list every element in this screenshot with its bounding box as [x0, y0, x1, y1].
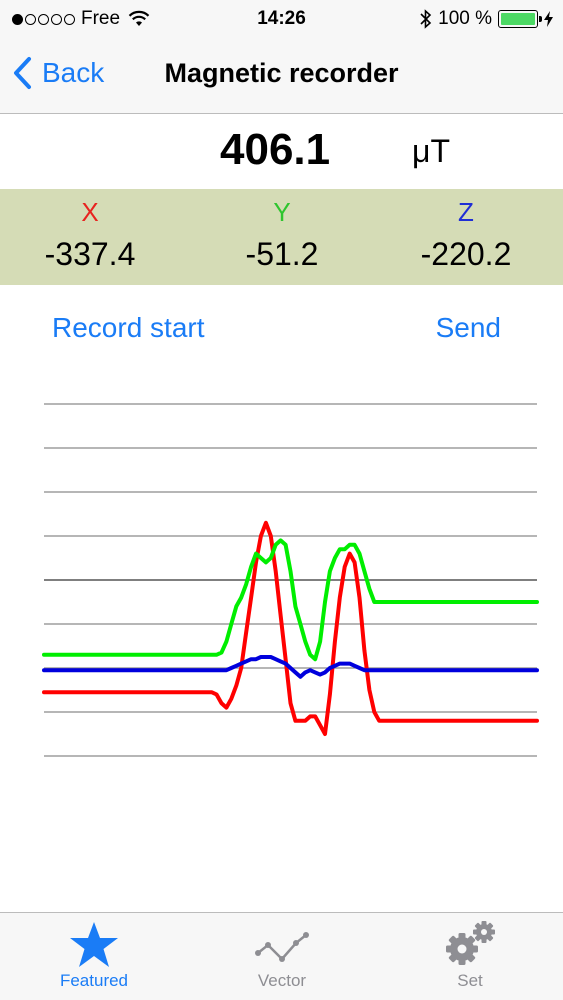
axis-y-label: Y — [273, 197, 291, 227]
xyz-components-panel: X -337.4 Y -51.2 Z -220.2 — [0, 189, 563, 285]
battery-icon — [498, 10, 542, 28]
battery-percent: 100 % — [438, 8, 492, 29]
tab-vector-label: Vector — [257, 971, 307, 990]
total-field-value: 406.1 — [220, 125, 331, 174]
total-field-readout: 406.1 μT — [0, 115, 563, 189]
total-field-unit: μT — [412, 133, 450, 169]
axis-z-label: Z — [458, 197, 474, 227]
send-button[interactable]: Send — [436, 312, 501, 344]
axis-x-label: X — [81, 197, 99, 227]
axis-x: X -337.4 — [0, 189, 180, 273]
gear-icon — [446, 921, 495, 965]
record-start-button[interactable]: Record start — [52, 312, 205, 344]
magnetic-chart — [0, 360, 563, 800]
tab-set-label: Set — [457, 971, 483, 990]
series-y-line — [42, 538, 539, 662]
page-title: Magnetic recorder — [164, 58, 399, 88]
tab-bar: Featured Vector Set — [0, 912, 563, 1000]
bluetooth-icon — [420, 9, 432, 29]
navigation-bar: Back Magnetic recorder — [0, 38, 563, 114]
axis-z: Z -220.2 — [376, 189, 556, 273]
axis-x-value: -337.4 — [44, 236, 136, 272]
tab-featured[interactable]: Featured — [0, 913, 188, 1000]
vector-icon — [255, 932, 309, 962]
status-bar: Free 14:26 100 % — [0, 0, 563, 38]
status-bar-right: 100 % — [420, 8, 553, 30]
axis-y-value: -51.2 — [245, 236, 319, 272]
tab-set[interactable]: Set — [376, 913, 563, 1000]
charging-icon — [544, 11, 553, 27]
tab-featured-label: Featured — [59, 971, 129, 990]
series-z-line — [42, 655, 539, 679]
axis-y: Y -51.2 — [192, 189, 372, 273]
axis-z-value: -220.2 — [420, 236, 512, 272]
tab-vector[interactable]: Vector — [188, 913, 376, 1000]
recorder-actions: Record start Send — [0, 300, 563, 360]
magnetic-chart-svg — [42, 403, 539, 757]
series-x-line — [42, 520, 539, 736]
star-icon — [70, 922, 118, 967]
